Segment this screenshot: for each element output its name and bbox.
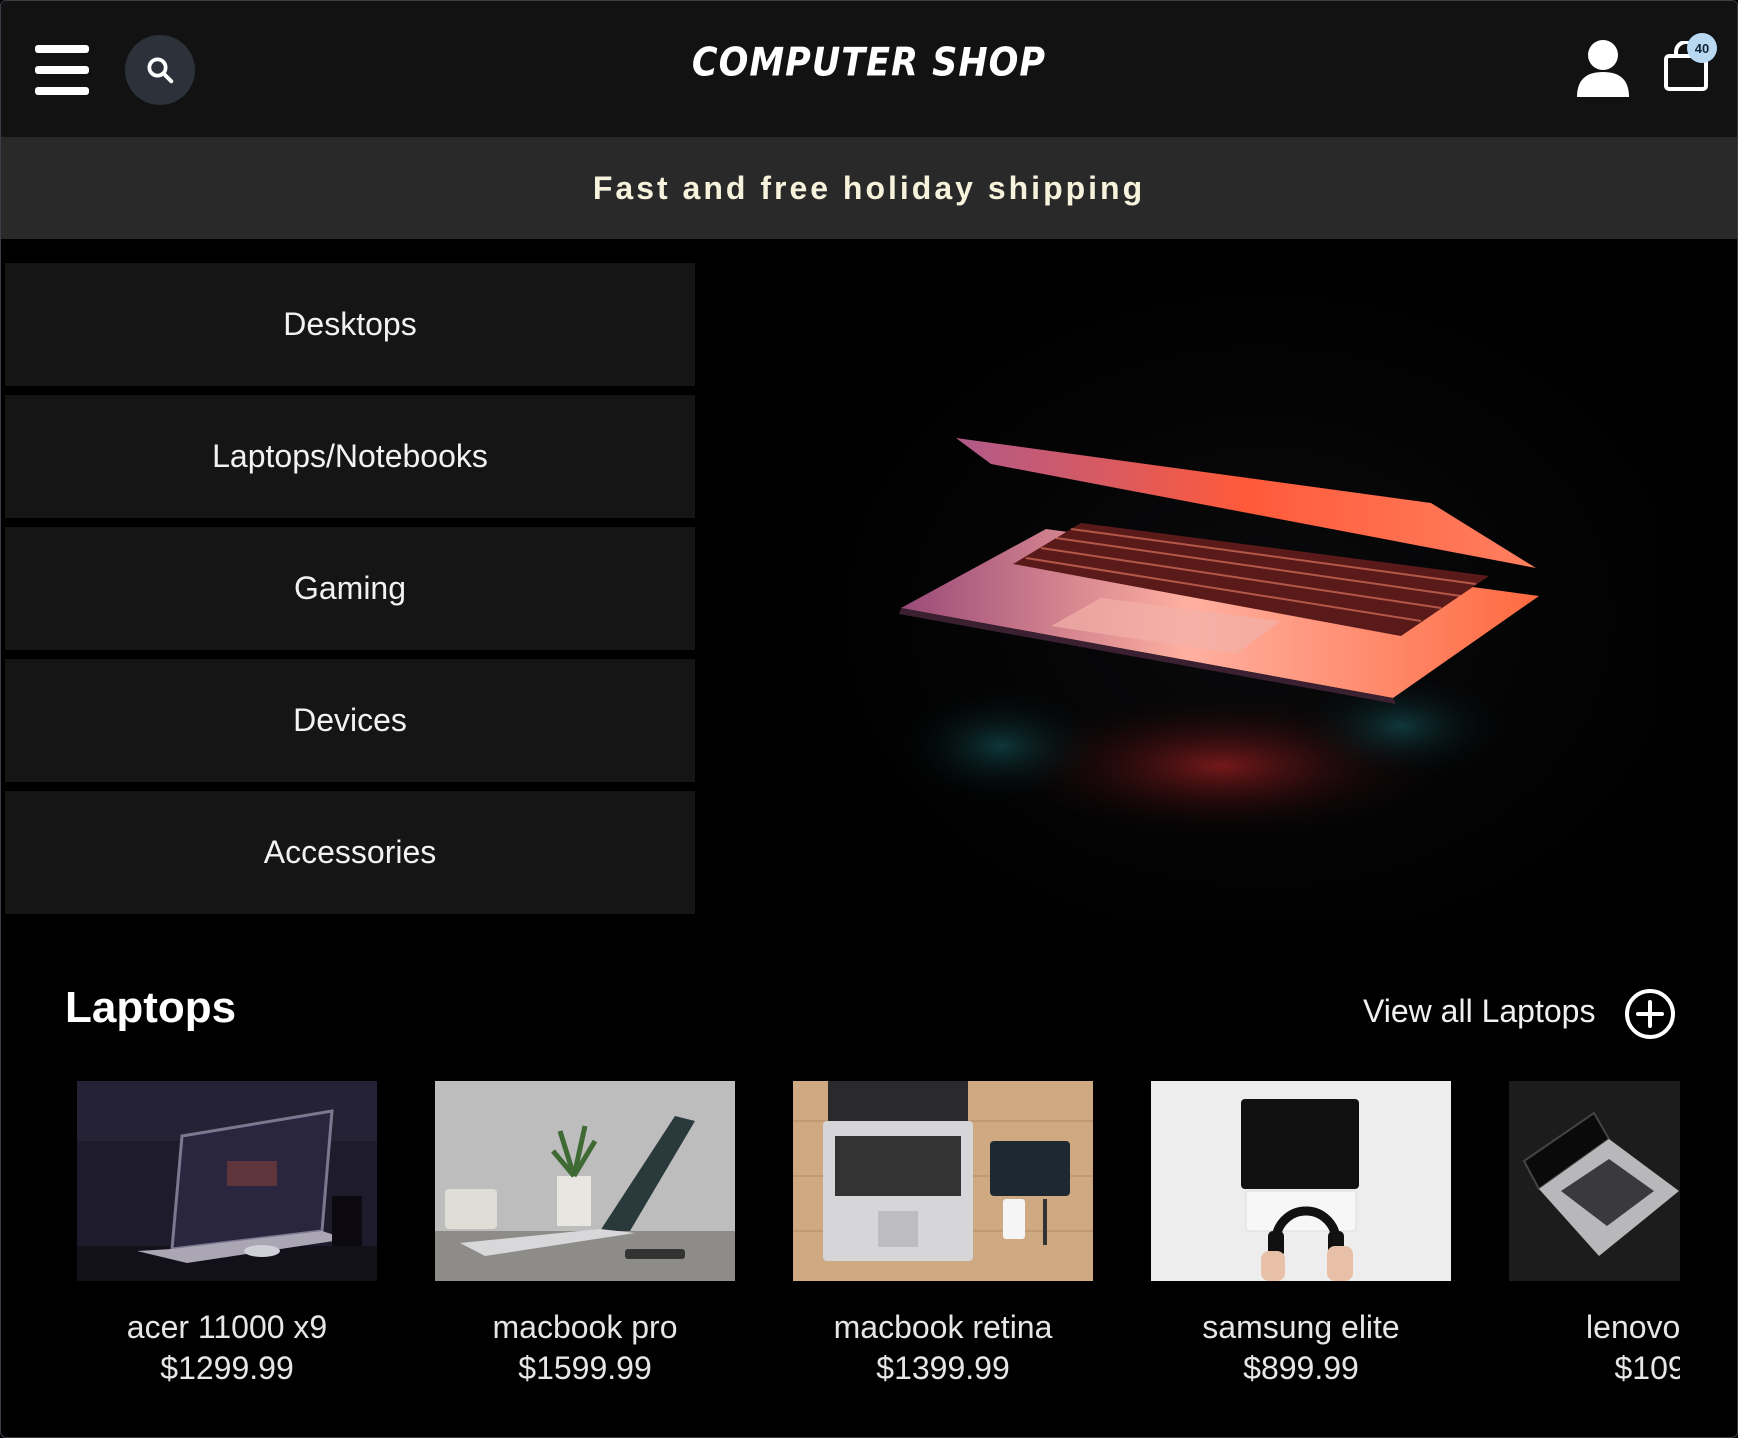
product-card[interactable]: samsung elite $899.99 bbox=[1151, 1081, 1451, 1387]
product-card[interactable]: acer 11000 x9 $1299.99 bbox=[77, 1081, 377, 1387]
product-name: macbook retina bbox=[833, 1309, 1053, 1345]
category-laptops-notebooks[interactable]: Laptops/Notebooks bbox=[5, 395, 695, 518]
site-header: COMPUTER SHOP 40 bbox=[1, 1, 1737, 137]
category-accessories[interactable]: Accessories bbox=[5, 791, 695, 914]
promo-banner: Fast and free holiday shipping bbox=[1, 137, 1737, 239]
product-image bbox=[793, 1081, 1093, 1281]
product-price: $1099 bbox=[1614, 1350, 1681, 1386]
product-name: lenovo 22l bbox=[1586, 1309, 1680, 1345]
product-carousel: acer 11000 x9 $1299.99 macbook pro $1599… bbox=[77, 1081, 1680, 1411]
section-title: Laptops bbox=[65, 983, 237, 1032]
plus-circle-icon[interactable] bbox=[1623, 987, 1677, 1041]
product-image bbox=[1509, 1081, 1680, 1281]
product-price: $899.99 bbox=[1243, 1350, 1359, 1386]
product-price: $1299.99 bbox=[160, 1350, 294, 1386]
product-card[interactable]: macbook pro $1599.99 bbox=[435, 1081, 735, 1387]
product-image bbox=[77, 1081, 377, 1281]
hero-image bbox=[781, 246, 1657, 921]
site-logo[interactable]: COMPUTER SHOP bbox=[1, 41, 1737, 86]
user-icon bbox=[1577, 40, 1629, 97]
product-card[interactable]: lenovo 22l $1099 bbox=[1509, 1081, 1680, 1387]
product-name: macbook pro bbox=[492, 1309, 678, 1345]
category-desktops[interactable]: Desktops bbox=[5, 263, 695, 386]
product-price: $1399.99 bbox=[876, 1350, 1010, 1386]
product-name: acer 11000 x9 bbox=[126, 1309, 328, 1345]
product-image bbox=[435, 1081, 735, 1281]
view-all-laptops-link[interactable]: View all Laptops bbox=[1363, 993, 1595, 1030]
product-price: $1599.99 bbox=[518, 1350, 652, 1386]
cart-count-badge: 40 bbox=[1687, 33, 1717, 63]
product-card[interactable]: macbook retina $1399.99 bbox=[793, 1081, 1093, 1387]
product-image bbox=[1151, 1081, 1451, 1281]
account-button[interactable] bbox=[1575, 39, 1631, 97]
category-gaming[interactable]: Gaming bbox=[5, 527, 695, 650]
category-devices[interactable]: Devices bbox=[5, 659, 695, 782]
product-name: samsung elite bbox=[1202, 1309, 1400, 1345]
promo-banner-text: Fast and free holiday shipping bbox=[592, 169, 1146, 206]
page: COMPUTER SHOP 40 Fast and free holiday s… bbox=[0, 0, 1738, 1438]
category-menu: Desktops Laptops/Notebooks Gaming Device… bbox=[5, 263, 695, 923]
